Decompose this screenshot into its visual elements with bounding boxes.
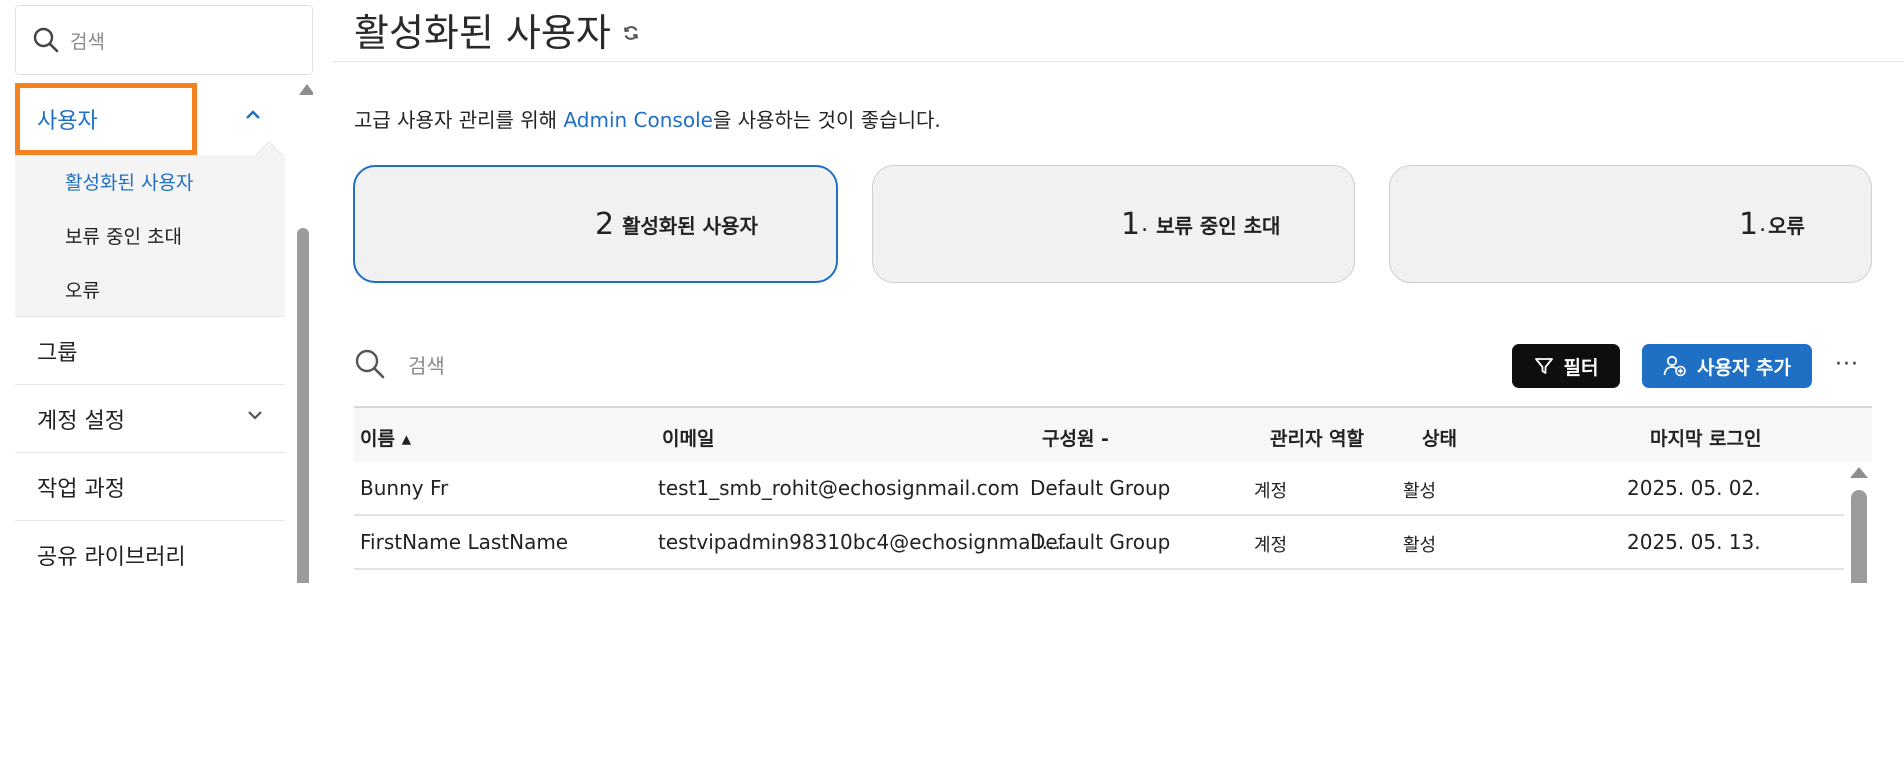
search-placeholder: 검색 (70, 30, 105, 53)
add-user-icon (1663, 355, 1686, 377)
add-user-button[interactable]: 사용자 추가 (1642, 344, 1812, 388)
sidebar-item-workflows[interactable]: 작업 과정 (15, 452, 285, 520)
filter-button-label: 필터 (1563, 356, 1599, 379)
scroll-up-arrow-icon[interactable] (1850, 467, 1868, 478)
card-label: 활성화된 사용자 (622, 213, 758, 238)
cell-group: Default Group (1030, 530, 1171, 554)
chevron-down-icon (248, 411, 262, 420)
add-user-button-label: 사용자 추가 (1696, 356, 1791, 379)
sidebar-item-label: 작업 과정 (37, 476, 125, 502)
column-header-status[interactable]: 상태 (1422, 424, 1457, 451)
sidebar-item-label: 그룹 (37, 340, 78, 366)
cell-last-login: 2025. 05. 02. (1627, 476, 1761, 500)
sidebar-item-label: 공유 라이브러리 (37, 544, 186, 570)
sidebar-item-label: 계정 설정 (37, 408, 125, 434)
card-active-users[interactable]: 2 활성화된 사용자 (353, 165, 838, 283)
sidebar-item-groups[interactable]: 그룹 (15, 316, 285, 384)
filter-button[interactable]: 필터 (1512, 344, 1620, 388)
notice-prefix: 고급 사용자 관리를 위해 (354, 108, 564, 132)
card-pending-invites[interactable]: 1. 보류 중인 초대 (872, 165, 1355, 283)
title-divider (333, 61, 1904, 62)
search-placeholder: 검색 (408, 353, 445, 378)
refresh-icon[interactable] (621, 23, 641, 43)
admin-console-link[interactable]: Admin Console (563, 108, 713, 132)
cell-status: 활성 (1403, 481, 1437, 502)
card-label: 보류 중인 초대 (1156, 213, 1281, 238)
scroll-up-arrow-icon[interactable] (299, 84, 313, 95)
sidebar-item-account-settings[interactable]: 계정 설정 (15, 384, 285, 452)
filter-icon (1534, 358, 1553, 374)
cell-email: testvipadmin98310bc4@echosignmail.... (658, 530, 1068, 554)
table-header: 이름 ▴ 이메일 구성원 - 관리자 역할 상태 마지막 로그인 (354, 406, 1872, 462)
sidebar-scroll-thumb[interactable] (297, 228, 309, 583)
cell-admin-role: 계정 (1254, 481, 1288, 502)
column-header-email[interactable]: 이메일 (662, 424, 714, 451)
cell-email: test1_smb_rohit@echosignmail.com (658, 476, 1020, 500)
cell-group: Default Group (1030, 476, 1171, 500)
sidebar-item-users[interactable]: 사용자 (15, 83, 285, 155)
column-header-name[interactable]: 이름 ▴ (360, 424, 411, 451)
more-options-icon[interactable]: ··· (1835, 352, 1859, 377)
table-row[interactable]: Bunny Fr test1_smb_rohit@echosignmail.co… (354, 462, 1844, 516)
search-icon (33, 27, 59, 53)
page-title-text: 활성화된 사용자 (354, 11, 611, 55)
table-search-input[interactable]: 검색 (354, 348, 445, 380)
sidebar-subitem-pending-invites[interactable]: 보류 중인 초대 (65, 222, 182, 249)
column-header-admin-role[interactable]: 관리자 역할 (1270, 424, 1364, 451)
table-row[interactable]: FirstName LastName testvipadmin98310bc4@… (354, 516, 1844, 570)
notice-suffix: 을 사용하는 것이 좋습니다. (712, 108, 941, 132)
admin-console-notice: 고급 사용자 관리를 위해 Admin Console을 사용하는 것이 좋습니… (354, 104, 941, 133)
cell-admin-role: 계정 (1254, 535, 1288, 556)
sidebar-scrollbar[interactable] (293, 80, 313, 583)
sidebar-search-input[interactable]: 검색 (15, 5, 313, 75)
page-title: 활성화된 사용자 (354, 2, 641, 57)
cell-name: FirstName LastName (360, 530, 569, 554)
sidebar-subitem-active-users[interactable]: 활성화된 사용자 (65, 168, 193, 195)
column-header-group[interactable]: 구성원 - (1042, 424, 1109, 451)
column-header-last-login[interactable]: 마지막 로그인 (1650, 424, 1762, 451)
sidebar: 검색 사용자 활성화된 사용자 보류 중인 초대 오류 그룹 계정 설정 작업 … (15, 0, 313, 583)
sidebar-item-label: 사용자 (37, 109, 98, 134)
card-errors[interactable]: 1. 오류 (1389, 165, 1872, 283)
sidebar-subitem-errors[interactable]: 오류 (65, 276, 100, 303)
cell-last-login: 2025. 05. 13. (1627, 530, 1761, 554)
sidebar-item-shared-library[interactable]: 공유 라이브러리 (15, 520, 285, 583)
cell-name: Bunny Fr (360, 476, 449, 500)
chevron-up-icon (246, 110, 260, 119)
card-count: 2 (595, 206, 615, 242)
card-count: 1 (1121, 206, 1141, 242)
submenu-pointer-fill (257, 143, 281, 155)
card-count-dot: . (1759, 211, 1767, 237)
search-icon (355, 349, 385, 379)
users-submenu: 활성화된 사용자 보류 중인 초대 오류 (15, 155, 285, 317)
card-count-dot: . (1141, 211, 1149, 237)
cell-status: 활성 (1403, 535, 1437, 556)
table-scroll-thumb[interactable] (1851, 490, 1867, 583)
card-label: 오류 (1768, 213, 1805, 238)
card-count: 1 (1739, 206, 1759, 242)
